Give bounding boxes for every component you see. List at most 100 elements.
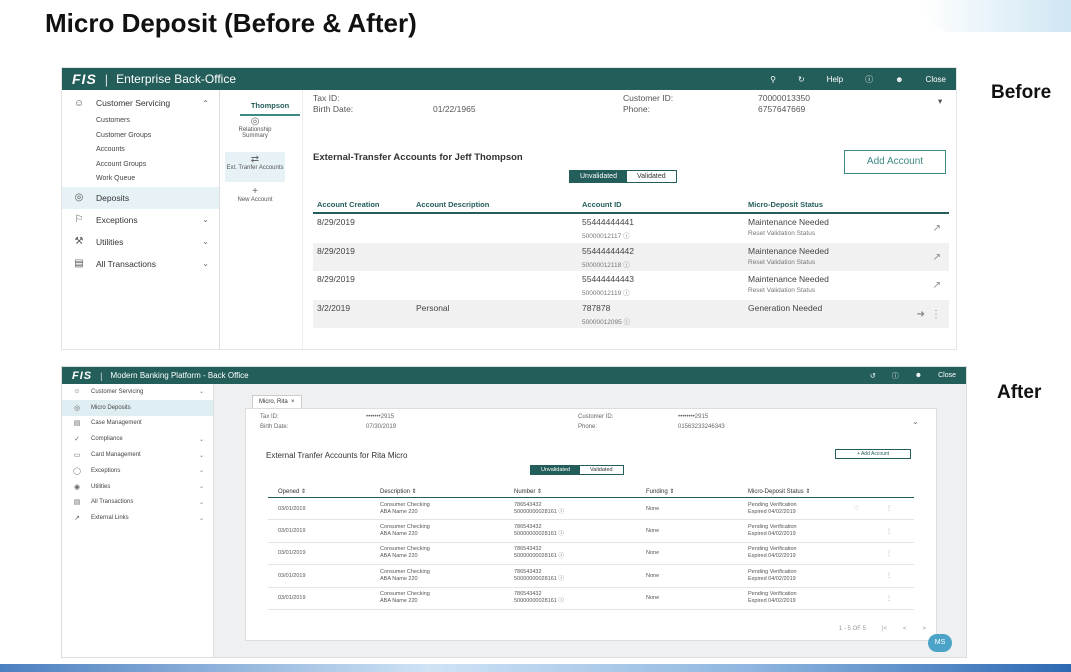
customer-tab[interactable]: Thompson [240, 96, 300, 116]
search-icon[interactable]: ⚲ [770, 75, 776, 84]
prev-page-icon[interactable]: < [903, 626, 907, 632]
accounts-table: Opened ⇕ Description ⇕ Number ⇕ Funding … [268, 486, 914, 610]
tax-id-label: Tax ID: [313, 93, 340, 103]
vtab-relationship-summary[interactable]: ◎ Relationship Summary [225, 116, 285, 139]
validation-toggle: Unvalidated Validated [530, 465, 624, 475]
more-icon[interactable]: ⋮ [886, 572, 892, 579]
undo-icon[interactable]: ↺ [870, 372, 876, 380]
table-row[interactable]: 03/01/2019 Consumer Checking ABA Name 220… [268, 588, 914, 610]
open-external-icon[interactable]: ↗ [933, 223, 941, 234]
expand-icon[interactable]: ⌄ [912, 417, 919, 426]
nav-sub-work-queue[interactable]: Work Queue [62, 172, 219, 187]
nav-deposits[interactable]: ◎ Deposits [62, 186, 219, 209]
nav-utilities[interactable]: ◉ Utilities ⌄ [62, 479, 213, 495]
table-row[interactable]: 8/29/2019 55444444441 50000012117 ⓘ Maint… [313, 214, 949, 243]
arrow-circle-icon[interactable]: ➜ [917, 309, 925, 320]
table-row[interactable]: 03/01/2019 Consumer Checking ABA Name 220… [268, 520, 914, 543]
nav-external-links[interactable]: ↗ External Links ⌄ [62, 510, 213, 526]
before-screenshot: FIS | Enterprise Back-Office ⚲ ↻ Help ⓘ … [61, 67, 957, 350]
nav-compliance[interactable]: ✓ Compliance ⌄ [62, 431, 213, 447]
compliance-icon: ✓ [74, 436, 80, 444]
nav-all-transactions[interactable]: ▤ All Transactions ⌄ [62, 495, 213, 511]
open-external-icon[interactable]: ↗ [933, 280, 941, 291]
shield-icon: ◯ [73, 467, 81, 475]
customer-tab[interactable]: Micro, Rita × [252, 395, 302, 408]
customer-id-label: Customer ID: [623, 93, 674, 103]
plus-icon: + [252, 186, 258, 197]
fis-logo: FIS [72, 369, 93, 382]
nav-sub-customer-groups[interactable]: Customer Groups [62, 129, 219, 144]
nav-exceptions[interactable]: ⚐ Exceptions ⌄ [62, 209, 219, 231]
more-icon[interactable]: ⋮ [886, 505, 892, 512]
help-link[interactable]: Help [827, 75, 843, 84]
wrench-icon: ⚒ [74, 236, 84, 247]
phone-label: Phone: [578, 424, 598, 430]
more-icon[interactable]: ⋮ [886, 528, 892, 535]
more-icon[interactable]: ⋮ [931, 309, 941, 320]
more-icon[interactable]: ⋮ [886, 595, 892, 602]
customer-tab-column: Thompson ◎ Relationship Summary ⇄ Ext. T… [225, 90, 300, 349]
close-tab-icon[interactable]: × [291, 399, 295, 405]
before-label: Before [991, 82, 1052, 103]
chevron-down-icon: ⌄ [198, 484, 204, 491]
pager-text: 1 - 5 OF 5 [838, 626, 866, 632]
user-icon[interactable]: ☻ [895, 75, 903, 84]
open-external-icon[interactable]: ↗ [933, 252, 941, 263]
nav-customer-servicing[interactable]: ☺ Customer Servicing ⌄ [62, 384, 213, 400]
birth-date-label: Birth Date: [313, 104, 354, 114]
expand-icon[interactable]: ▾ [938, 96, 942, 107]
validated-tab[interactable]: Validated [627, 171, 676, 182]
avatar[interactable]: MS [928, 634, 952, 652]
utilities-icon: ◉ [73, 483, 81, 491]
close-link[interactable]: Close [938, 372, 956, 379]
app-title: Modern Banking Platform - Back Office [110, 371, 249, 380]
nav-sub-account-groups[interactable]: Account Groups [62, 158, 219, 173]
nav-customer-servicing[interactable]: ☺ Customer Servicing ⌃ [62, 92, 219, 114]
table-row[interactable]: 03/01/2019 Consumer Checking ABA Name 220… [268, 498, 914, 521]
table-row[interactable]: 03/01/2019 Consumer Checking ABA Name 220… [268, 543, 914, 566]
table-header: Opened ⇕ Description ⇕ Number ⇕ Funding … [268, 486, 914, 498]
add-account-button[interactable]: + Add Account [835, 449, 911, 459]
nav-case-management[interactable]: ▤ Case Management [62, 416, 213, 432]
table-row[interactable]: 3/2/2019 Personal 787878 50000012095 ⓘ Ge… [313, 299, 949, 328]
more-icon[interactable]: ⋮ [886, 550, 892, 557]
birth-date-label: Birth Date: [260, 424, 289, 430]
unvalidated-tab[interactable]: Unvalidated [531, 466, 581, 474]
nav-utilities[interactable]: ⚒ Utilities ⌄ [62, 231, 219, 253]
chevron-up-icon: ⌃ [202, 98, 209, 108]
phone-value: 6757647669 [758, 104, 806, 114]
nav-sub-customers[interactable]: Customers [62, 114, 219, 129]
person-icon: ☺ [73, 97, 85, 109]
unvalidated-tab[interactable]: Unvalidated [570, 171, 627, 182]
app-title: Enterprise Back-Office [116, 72, 236, 86]
close-link[interactable]: Close [926, 75, 946, 84]
sidebar: ☺ Customer Servicing ⌃ Customers Custome… [62, 90, 220, 349]
info-icon[interactable]: ⓘ [865, 74, 873, 85]
nav-sub-accounts[interactable]: Accounts [62, 143, 219, 158]
table-row[interactable]: 03/01/2019 Consumer Checking ABA Name 220… [268, 565, 914, 588]
slide-title: Micro Deposit (Before & After) [45, 8, 417, 38]
chevron-down-icon: ⌄ [202, 237, 209, 246]
info-icon[interactable]: ⓘ [892, 371, 899, 381]
refresh-icon[interactable]: ↻ [798, 75, 805, 84]
nav-card-management[interactable]: ▭ Card Management ⌄ [62, 447, 213, 463]
transfer-icon: ⇄ [250, 154, 260, 165]
main-content: Tax ID: Birth Date: 01/22/1965 Customer … [302, 90, 956, 349]
nav-micro-deposits[interactable]: ◎ Micro Deposits [62, 399, 213, 416]
user-icon[interactable]: ☻ [915, 372, 922, 379]
nav-exceptions[interactable]: ◯ Exceptions ⌄ [62, 463, 213, 479]
customer-id-label: Customer ID: [578, 414, 614, 420]
section-title: External-Transfer Accounts for Jeff Thom… [313, 152, 523, 163]
nav-all-transactions[interactable]: ▤ All Transactions ⌄ [62, 253, 219, 275]
next-page-icon[interactable]: > [922, 626, 926, 632]
vtab-new-account[interactable]: + New Account [225, 186, 285, 203]
shield-check-icon[interactable]: ♡ [854, 505, 859, 512]
sidebar: ☺ Customer Servicing ⌄ ◎ Micro Deposits ▤ Ca… [62, 384, 214, 657]
table-row[interactable]: 8/29/2019 55444444442 50000012118 ⓘ Maint… [313, 242, 949, 271]
vtab-ext-transfer[interactable]: ⇄ Ext. Tranfer Accounts [225, 152, 285, 182]
table-row[interactable]: 8/29/2019 55444444443 50000012119 ⓘ Maint… [313, 271, 949, 300]
add-account-button[interactable]: Add Account [844, 150, 946, 174]
pagination: 1 - 5 OF 5 |< < > [839, 626, 926, 632]
first-page-icon[interactable]: |< [882, 626, 887, 632]
validated-tab[interactable]: Validated [580, 466, 623, 474]
